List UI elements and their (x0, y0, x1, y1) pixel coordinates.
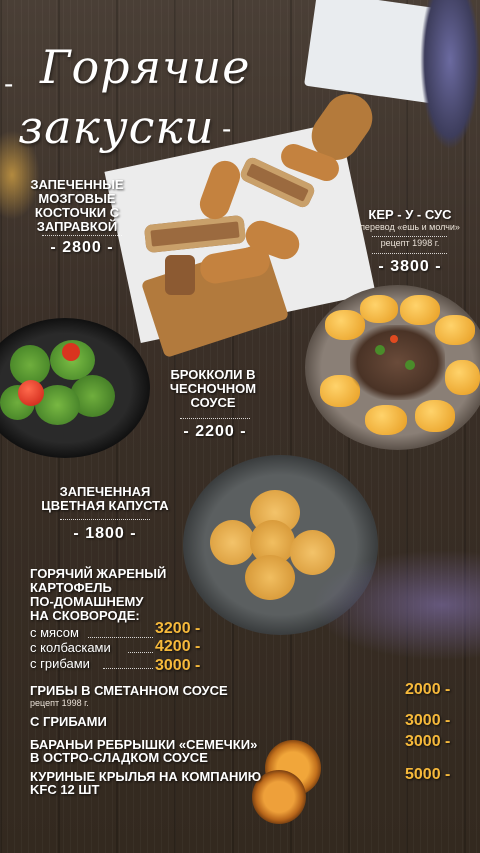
potato-option-mushroom-dots (103, 668, 153, 669)
potato-option-meat-price: 3200 - (155, 620, 201, 637)
item-marrow-name: ЗАПЕЧЕННЫЕ МОЗГОВЫЕ КОСТОЧКИ С ЗАПРАВКОЙ (30, 177, 124, 234)
potato-option-mushroom-label: с грибами (30, 656, 90, 671)
bottom-item-2-name: С ГРИБАМИ (30, 714, 107, 729)
kerusus-divider (372, 236, 447, 237)
kerusus-image (315, 290, 480, 440)
potato-title-line4: НА СКОВОРОДЕ: (30, 608, 140, 623)
item-cauliflower-price: - 1800 - (73, 525, 137, 542)
item-marrow-price: - 2800 - (50, 239, 114, 256)
bottom-item-1-price: 2000 - (405, 681, 451, 698)
potato-title-line2: КАРТОФЕЛЬ (30, 580, 112, 595)
item-kerusus-price: - 3800 - (378, 258, 442, 275)
bottom-item-3-name2: В ОСТРО-СЛАДКОМ СОУСЕ (30, 750, 208, 765)
title-dash-right: - (222, 113, 232, 144)
page-title-line1: Горячие (40, 40, 251, 94)
marrow-divider (42, 235, 122, 236)
potato-option-meat-dots (88, 637, 153, 638)
potato-option-mushroom-price: 3000 - (155, 657, 201, 674)
item-kerusus-recipe: рецепт 1998 г. (380, 238, 440, 248)
bottom-item-1-name: ГРИБЫ В СМЕТАННОМ СОУСЕ (30, 683, 228, 698)
potato-option-sausage-dots (128, 652, 153, 653)
item-kerusus-name: КЕР - У - СУС (368, 207, 452, 222)
bottom-item-4-price: 5000 - (405, 766, 451, 783)
kerusus-divider-2 (372, 253, 447, 254)
item-cauliflower-name: ЗАПЕЧЕННАЯ ЦВЕТНАЯ КАПУСТА (41, 484, 169, 513)
bottom-item-3-price: 3000 - (405, 733, 451, 750)
title-dash-left: - (4, 68, 14, 99)
potato-title-line1: ГОРЯЧИЙ ЖАРЕНЫЙ (30, 566, 167, 581)
page-title-line2: закуски (18, 100, 215, 154)
potato-option-sausage-label: с колбасками (30, 640, 111, 655)
bottom-item-2-price: 3000 - (405, 712, 451, 729)
potato-title-line3: ПО-ДОМАШНЕМУ (30, 594, 144, 609)
bottom-item-1-sub: рецепт 1998 г. (30, 698, 89, 708)
bottom-item-4-name2: KFC 12 ШТ (30, 782, 100, 797)
cauliflower-divider (60, 519, 150, 520)
lavender-bottom-right (290, 540, 480, 670)
broccoli-divider (180, 418, 250, 419)
item-broccoli-price: - 2200 - (183, 423, 247, 440)
lavender-top-right (420, 0, 480, 150)
marrow-bones-image (143, 140, 345, 300)
potato-option-sausage-price: 4200 - (155, 638, 201, 655)
item-broccoli-name: БРОККОЛИ В ЧЕСНОЧНОМ СОУСЕ (169, 367, 257, 410)
item-kerusus-note: перевод «ешь и молчи» (360, 222, 460, 232)
potato-option-meat-label: с мясом (30, 625, 79, 640)
broccoli-image (0, 335, 120, 430)
